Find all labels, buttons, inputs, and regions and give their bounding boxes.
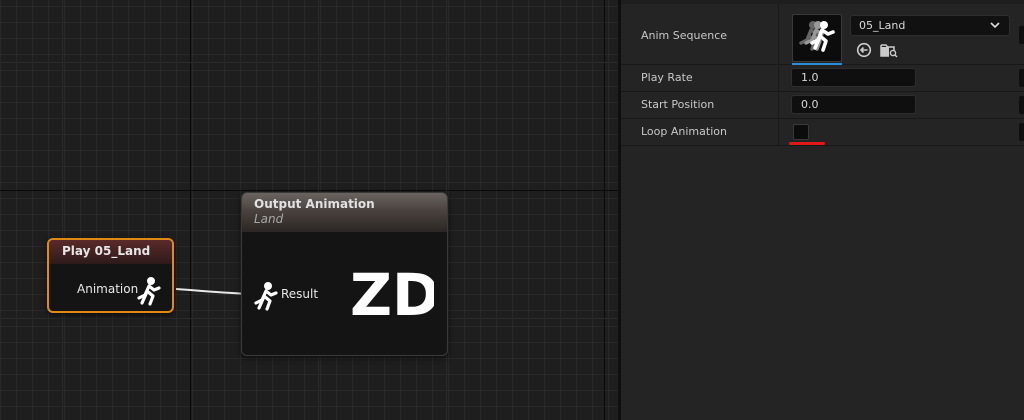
browse-asset-icon[interactable] xyxy=(880,42,898,62)
anim-sequence-value: 05_Land xyxy=(859,19,906,32)
reset-stub xyxy=(1019,123,1024,141)
highlight-underline xyxy=(789,142,825,145)
animation-pin-label: Animation xyxy=(77,282,139,296)
zd-logo-text: ZD xyxy=(350,263,434,325)
play-rate-row: Play Rate 1.0 xyxy=(621,65,1024,92)
reset-stub xyxy=(1019,69,1024,87)
anim-sequence-row: Anim Sequence 05_Land xyxy=(621,4,1024,65)
anim-sequence-thumbnail-icon xyxy=(799,21,835,52)
use-selected-icon[interactable] xyxy=(856,42,872,62)
start-position-row: Start Position 0.0 xyxy=(621,92,1024,119)
play-rate-field[interactable]: 1.0 xyxy=(791,68,916,87)
loop-animation-checkbox[interactable] xyxy=(793,124,809,140)
loop-animation-label: Loop Animation xyxy=(641,125,727,138)
result-pin-label: Result xyxy=(281,287,319,301)
column-divider xyxy=(778,65,779,91)
result-input-pin-icon[interactable] xyxy=(253,281,279,315)
chevron-down-icon xyxy=(989,19,1001,34)
play-node-title: Play 05_Land xyxy=(49,240,172,264)
output-node-subtitle: Land xyxy=(254,212,284,226)
column-divider xyxy=(778,92,779,118)
anim-sequence-label: Anim Sequence xyxy=(641,29,728,42)
animation-graph-canvas[interactable]: Play 05_Land Animation Output Animation … xyxy=(0,0,618,420)
start-position-label: Start Position xyxy=(641,98,715,111)
output-animation-node[interactable]: Output Animation Land Result ZD xyxy=(241,192,448,356)
start-position-field[interactable]: 0.0 xyxy=(791,95,916,114)
output-node-title: Output Animation xyxy=(254,197,375,211)
column-divider xyxy=(778,119,779,145)
asset-thumbnail[interactable] xyxy=(792,14,842,62)
animation-output-pin-icon[interactable] xyxy=(136,276,162,310)
output-node-header: Output Animation Land xyxy=(242,193,447,232)
reset-stub xyxy=(1019,26,1024,44)
details-panel: Anim Sequence 05_Land Play Rate 1.0 Star… xyxy=(621,0,1024,420)
reset-stub xyxy=(1019,96,1024,114)
column-divider xyxy=(778,4,779,64)
play-rate-label: Play Rate xyxy=(641,71,693,84)
anim-sequence-dropdown[interactable]: 05_Land xyxy=(850,15,1010,36)
zd-logo-icon: ZD xyxy=(350,263,434,325)
play-animation-node[interactable]: Play 05_Land Animation xyxy=(47,238,174,313)
